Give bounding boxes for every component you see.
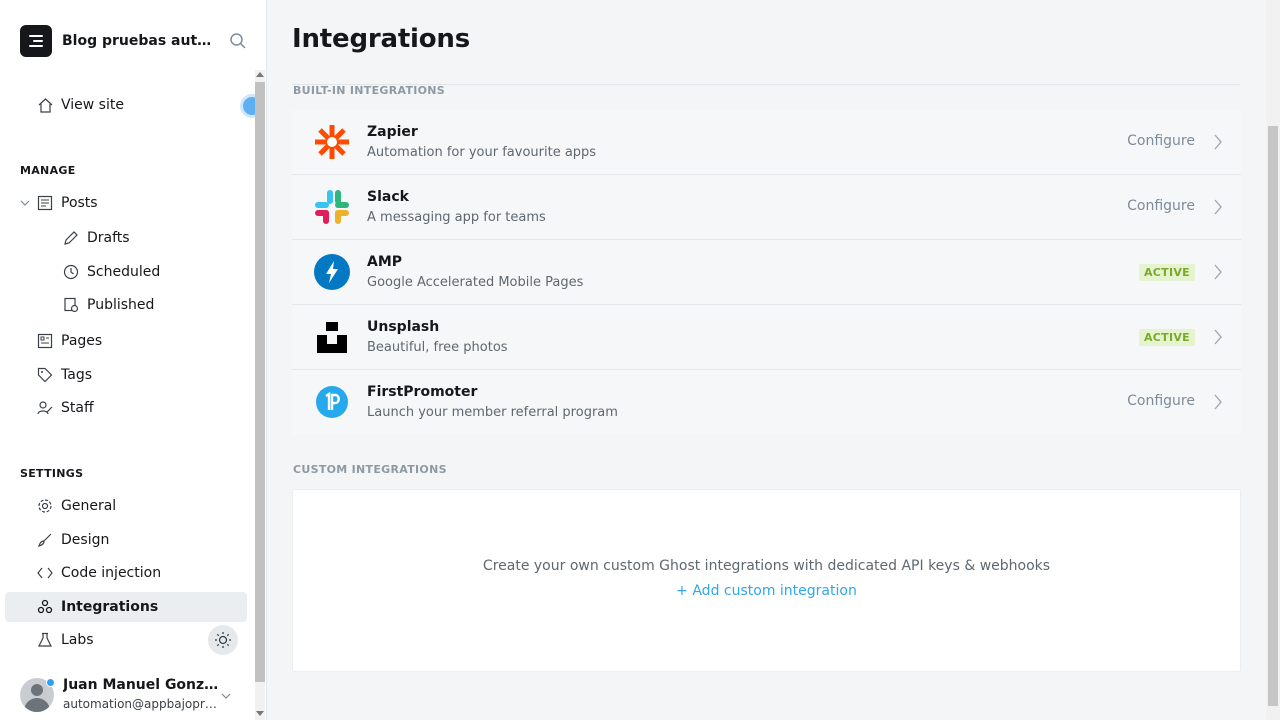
- manage-heading: MANAGE: [20, 164, 76, 177]
- sidebar: Blog pruebas auto... View site MANAGE Po…: [0, 0, 267, 720]
- integration-desc: Google Accelerated Mobile Pages: [367, 275, 584, 290]
- user-menu[interactable]: Juan Manuel Gonzále... automation@appbaj…: [20, 676, 250, 716]
- nav-label: Integrations: [61, 599, 159, 615]
- nav-label: Drafts: [87, 230, 130, 246]
- custom-heading: CUSTOM INTEGRATIONS: [293, 463, 447, 476]
- nav-label: Pages: [61, 333, 103, 349]
- search-icon[interactable]: [229, 32, 247, 50]
- page-title: Integrations: [292, 24, 471, 54]
- nav-staff[interactable]: Staff: [5, 393, 247, 423]
- sidebar-scrollbar[interactable]: [255, 70, 265, 720]
- nav-general[interactable]: General: [5, 491, 247, 521]
- nav-scheduled[interactable]: Scheduled: [5, 257, 247, 287]
- integration-row-unsplash[interactable]: Unsplash Beautiful, free photos ACTIVE: [292, 305, 1241, 370]
- slack-icon: [314, 189, 350, 225]
- add-custom-integration-link[interactable]: + Add custom integration: [293, 583, 1240, 599]
- nav-view-site[interactable]: View site: [5, 90, 247, 120]
- chevron-down-icon: [221, 693, 231, 699]
- integration-name: Slack: [367, 189, 409, 205]
- integration-name: AMP: [367, 254, 403, 270]
- code-icon: [36, 564, 54, 582]
- nav-published[interactable]: Published: [5, 290, 247, 320]
- pencil-icon: [62, 229, 80, 247]
- builtin-integrations-list: Zapier Automation for your favourite app…: [292, 110, 1241, 435]
- nav-label: General: [61, 498, 117, 514]
- gear-icon: [36, 497, 54, 515]
- chevron-right-icon: [1214, 329, 1222, 345]
- staff-icon: [36, 399, 54, 417]
- integration-name: Zapier: [367, 124, 418, 140]
- integration-row-amp[interactable]: AMP Google Accelerated Mobile Pages ACTI…: [292, 240, 1241, 305]
- custom-integrations-message: Create your own custom Ghost integration…: [482, 558, 1051, 574]
- nav-label: Code injection: [61, 565, 162, 581]
- nav-posts[interactable]: Posts: [5, 188, 247, 218]
- main-scrollbar[interactable]: [1266, 0, 1280, 720]
- nav-label: Labs: [61, 632, 94, 648]
- integration-row-slack[interactable]: Slack A messaging app for teams Configur…: [292, 175, 1241, 240]
- configure-link[interactable]: Configure: [1127, 133, 1195, 149]
- nav-tags[interactable]: Tags: [5, 360, 247, 390]
- blog-logo-icon: [20, 25, 52, 57]
- pages-icon: [36, 332, 54, 350]
- nav-code-injection[interactable]: Code injection: [5, 558, 247, 588]
- unsplash-icon: [314, 319, 350, 355]
- user-email: automation@appbajopru...: [63, 697, 223, 711]
- nav-design[interactable]: Design: [5, 525, 247, 555]
- builtin-heading: BUILT-IN INTEGRATIONS: [293, 84, 446, 97]
- nav-pages[interactable]: Pages: [5, 326, 247, 356]
- integration-row-zapier[interactable]: Zapier Automation for your favourite app…: [292, 110, 1241, 175]
- integration-desc: Launch your member referral program: [367, 405, 618, 420]
- status-dot: [46, 678, 55, 687]
- chevron-right-icon: [1214, 134, 1222, 150]
- integration-name: FirstPromoter: [367, 384, 478, 400]
- zapier-icon: [314, 124, 350, 160]
- integration-desc: Beautiful, free photos: [367, 340, 508, 355]
- tag-icon: [36, 366, 54, 384]
- nav-label: Published: [87, 297, 155, 313]
- chevron-right-icon: [1214, 264, 1222, 280]
- chevron-right-icon: [1214, 199, 1222, 215]
- sun-icon[interactable]: [208, 625, 238, 655]
- integration-name: Unsplash: [367, 319, 440, 335]
- integration-row-firstpromoter[interactable]: FirstPromoter Launch your member referra…: [292, 370, 1241, 435]
- nav-label: Tags: [61, 367, 92, 383]
- nav-label: Scheduled: [87, 264, 161, 280]
- chevron-right-icon: [1214, 394, 1222, 410]
- clock-icon: [62, 263, 80, 281]
- amp-icon: [314, 254, 350, 290]
- user-name: Juan Manuel Gonzále...: [63, 677, 223, 693]
- status-badge: ACTIVE: [1138, 329, 1195, 346]
- nav-drafts[interactable]: Drafts: [5, 223, 247, 253]
- custom-integrations-card: Create your own custom Ghost integration…: [292, 489, 1241, 672]
- integration-desc: A messaging app for teams: [367, 210, 546, 225]
- blog-title: Blog pruebas auto...: [62, 33, 217, 49]
- firstpromoter-icon: [314, 384, 350, 420]
- main-content: Integrations BUILT-IN INTEGRATIONS Zapie…: [268, 0, 1266, 720]
- nav-integrations[interactable]: Integrations: [5, 592, 247, 622]
- published-icon: [62, 296, 80, 314]
- brush-icon: [36, 531, 54, 549]
- posts-icon: [36, 194, 54, 212]
- nav-label: Design: [61, 532, 110, 548]
- nav-label: View site: [61, 97, 124, 113]
- settings-heading: SETTINGS: [20, 467, 84, 480]
- integrations-icon: [36, 598, 54, 616]
- configure-link[interactable]: Configure: [1127, 393, 1195, 409]
- configure-link[interactable]: Configure: [1127, 198, 1195, 214]
- flask-icon: [36, 631, 54, 649]
- integration-desc: Automation for your favourite apps: [367, 145, 597, 160]
- nav-label: Staff: [61, 400, 94, 416]
- brand[interactable]: Blog pruebas auto...: [20, 25, 217, 57]
- nav-label: Posts: [61, 195, 98, 211]
- home-icon: [36, 96, 54, 114]
- status-badge: ACTIVE: [1138, 264, 1195, 281]
